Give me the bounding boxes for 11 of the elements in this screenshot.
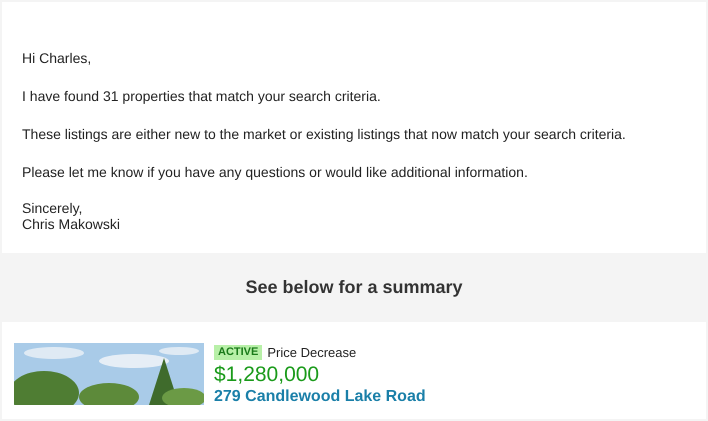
message-paragraph: These listings are either new to the market or existing listings that now match your search criteria.: [22, 125, 627, 144]
message-paragraph: Please let me know if you have any questions or would like additional information.: [22, 163, 529, 182]
summary-heading: See below for a summary: [245, 276, 463, 299]
status-badge: ACTIVE: [214, 345, 262, 360]
message-paragraph: I have found 31 properties that match your search criteria.: [22, 87, 382, 106]
listing-price: $1,280,000: [214, 362, 320, 386]
greeting-text: Hi Charles,: [22, 49, 92, 68]
listing-address-link[interactable]: 279 Candlewood Lake Road: [214, 386, 426, 406]
closing-text: Sincerely,: [22, 200, 84, 216]
signature-text: Chris Makowski: [22, 216, 122, 232]
listing-change: Price Decrease: [267, 344, 356, 362]
